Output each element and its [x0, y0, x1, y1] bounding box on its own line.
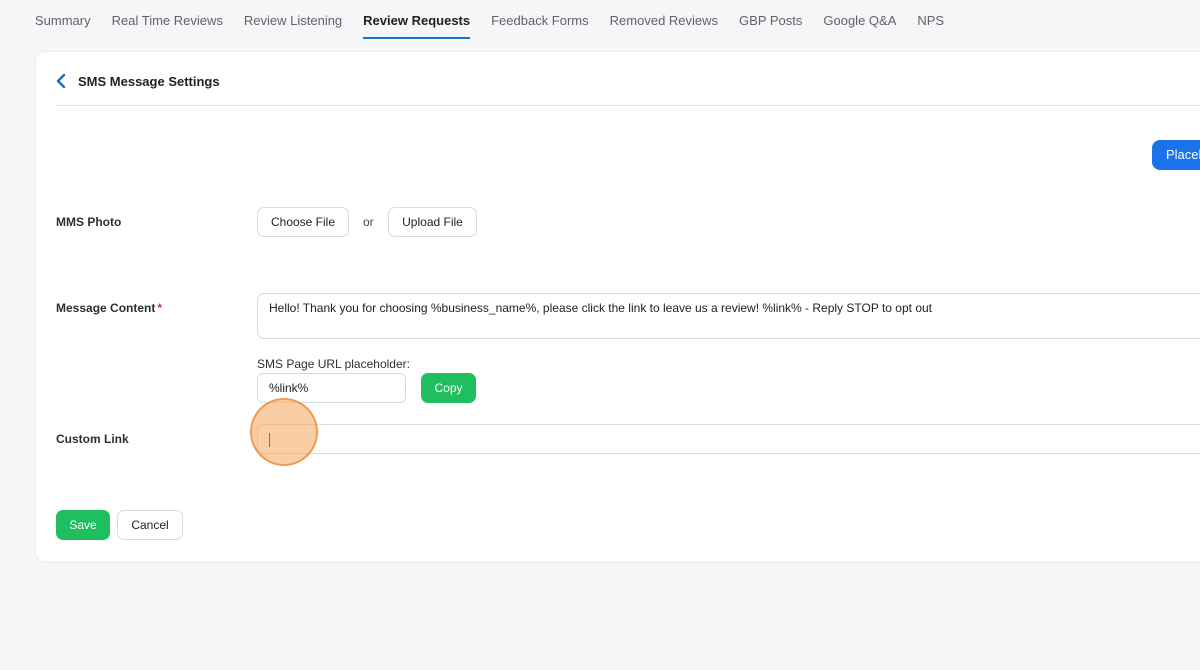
message-content-textarea[interactable]: Hello! Thank you for choosing %business_… [257, 293, 1200, 339]
or-text: or [363, 215, 374, 229]
tab-nps[interactable]: NPS [917, 0, 944, 37]
sms-page-url-label: SMS Page URL placeholder: [257, 357, 410, 371]
sms-page-url-field[interactable]: %link% [257, 373, 406, 403]
required-mark: * [157, 301, 163, 315]
save-button[interactable]: Save [56, 510, 110, 540]
choose-file-button[interactable]: Choose File [257, 207, 349, 237]
tab-summary[interactable]: Summary [35, 0, 91, 37]
message-content-label: Message Content * [56, 301, 162, 315]
mms-photo-label: MMS Photo [56, 215, 122, 229]
upload-file-button[interactable]: Upload File [388, 207, 477, 237]
page-title: SMS Message Settings [78, 73, 220, 89]
tab-review-requests[interactable]: Review Requests [363, 0, 471, 39]
placeholders-button[interactable]: Placeh [1152, 140, 1200, 170]
tab-real-time-reviews[interactable]: Real Time Reviews [112, 0, 223, 37]
custom-link-input[interactable] [257, 424, 1200, 454]
message-content-label-text: Message Content [56, 301, 156, 315]
top-tabs: Summary Real Time Reviews Review Listeni… [35, 0, 965, 40]
divider [56, 105, 1200, 106]
card-header: SMS Message Settings [56, 72, 220, 90]
tab-google-qa[interactable]: Google Q&A [823, 0, 896, 37]
tab-feedback-forms[interactable]: Feedback Forms [491, 0, 589, 37]
chevron-left-icon[interactable] [56, 72, 70, 90]
cancel-button[interactable]: Cancel [117, 510, 183, 540]
text-caret [269, 433, 270, 447]
tab-gbp-posts[interactable]: GBP Posts [739, 0, 802, 37]
tab-removed-reviews[interactable]: Removed Reviews [610, 0, 718, 37]
sms-settings-card: SMS Message Settings Placeh MMS Photo Ch… [35, 51, 1200, 562]
copy-button[interactable]: Copy [421, 373, 476, 403]
tab-review-listening[interactable]: Review Listening [244, 0, 342, 37]
custom-link-label: Custom Link [56, 432, 129, 446]
page: Summary Real Time Reviews Review Listeni… [0, 0, 1200, 670]
